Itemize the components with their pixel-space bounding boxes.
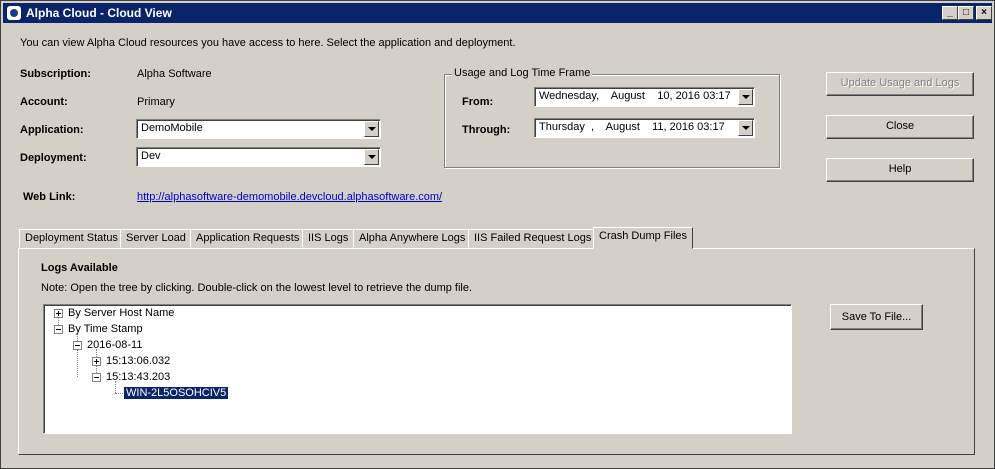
dump-file-tree[interactable]: By Server Host Name By Time Stamp 2016-0…: [43, 304, 792, 434]
deployment-label: Deployment:: [20, 152, 87, 164]
expand-icon[interactable]: [92, 357, 101, 366]
title-bar[interactable]: Alpha Cloud - Cloud View _ □ ×: [3, 3, 992, 23]
collapse-icon[interactable]: [73, 341, 82, 350]
from-datetime-value: Wednesday, August 10, 2016 03:17: [539, 90, 731, 102]
tab-deployment-status[interactable]: Deployment Status: [19, 229, 124, 248]
tree-node-time-2[interactable]: 15:13:43.203: [106, 371, 170, 383]
from-datetime-picker[interactable]: Wednesday, August 10, 2016 03:17: [534, 87, 755, 107]
tree-node-time-stamp[interactable]: By Time Stamp: [68, 323, 143, 335]
chevron-down-icon[interactable]: [364, 121, 379, 137]
logs-available-heading: Logs Available: [41, 262, 118, 274]
tab-alpha-anywhere-logs[interactable]: Alpha Anywhere Logs: [353, 229, 472, 248]
from-label: From:: [462, 96, 494, 108]
tree-node-time-1[interactable]: 15:13:06.032: [106, 355, 170, 367]
through-datetime-value: Thursday , August 11, 2016 03:17: [539, 121, 725, 133]
update-usage-button[interactable]: Update Usage and Logs: [826, 72, 974, 96]
time-frame-legend: Usage and Log Time Frame: [452, 67, 593, 79]
panel-note: Note: Open the tree by clicking. Double-…: [41, 282, 473, 294]
close-window-button[interactable]: ×: [976, 6, 992, 20]
through-label: Through:: [462, 124, 511, 136]
tree-node-server-host[interactable]: By Server Host Name: [68, 307, 174, 319]
close-button[interactable]: Close: [826, 115, 974, 139]
tree-line: [115, 393, 123, 394]
application-select-value: DemoMobile: [141, 122, 203, 134]
tab-iis-failed-request-logs[interactable]: IIS Failed Request Logs: [468, 229, 598, 248]
chevron-down-icon[interactable]: [738, 89, 753, 105]
tab-application-requests[interactable]: Application Requests: [190, 229, 306, 248]
through-datetime-picker[interactable]: Thursday , August 11, 2016 03:17: [534, 118, 755, 138]
app-icon: [7, 6, 21, 20]
minimize-button[interactable]: _: [942, 6, 958, 20]
help-button[interactable]: Help: [826, 158, 974, 182]
window-title: Alpha Cloud - Cloud View: [26, 6, 172, 20]
account-value: Primary: [137, 96, 175, 108]
weblink-link[interactable]: http://alphasoftware-demomobile.devcloud…: [137, 191, 442, 203]
crash-dump-panel: Logs Available Note: Open the tree by cl…: [18, 248, 975, 455]
collapse-icon[interactable]: [92, 373, 101, 382]
tree-line: [77, 333, 78, 377]
subscription-value: Alpha Software: [137, 68, 212, 80]
deployment-select-value: Dev: [141, 150, 161, 162]
tree-node-host-selected[interactable]: WIN-2L5OSOHCIV5: [122, 386, 230, 400]
deployment-select[interactable]: Dev: [136, 147, 381, 167]
tab-iis-logs[interactable]: IIS Logs: [302, 229, 355, 248]
tab-crash-dump-files[interactable]: Crash Dump Files: [593, 227, 694, 249]
subscription-label: Subscription:: [20, 68, 91, 80]
cloud-view-window: Alpha Cloud - Cloud View _ □ × You can v…: [0, 0, 995, 469]
maximize-button[interactable]: □: [958, 6, 974, 20]
expand-icon[interactable]: [54, 309, 63, 318]
collapse-icon[interactable]: [54, 325, 63, 334]
save-to-file-button[interactable]: Save To File...: [830, 304, 923, 330]
chevron-down-icon[interactable]: [738, 120, 753, 136]
account-label: Account:: [20, 96, 68, 108]
tab-server-load[interactable]: Server Load: [120, 229, 192, 248]
weblink-label: Web Link:: [23, 191, 76, 203]
tree-node-date[interactable]: 2016-08-11: [87, 339, 142, 351]
application-label: Application:: [20, 124, 84, 136]
intro-text: You can view Alpha Cloud resources you h…: [20, 37, 516, 49]
chevron-down-icon[interactable]: [364, 149, 379, 165]
application-select[interactable]: DemoMobile: [136, 119, 381, 139]
